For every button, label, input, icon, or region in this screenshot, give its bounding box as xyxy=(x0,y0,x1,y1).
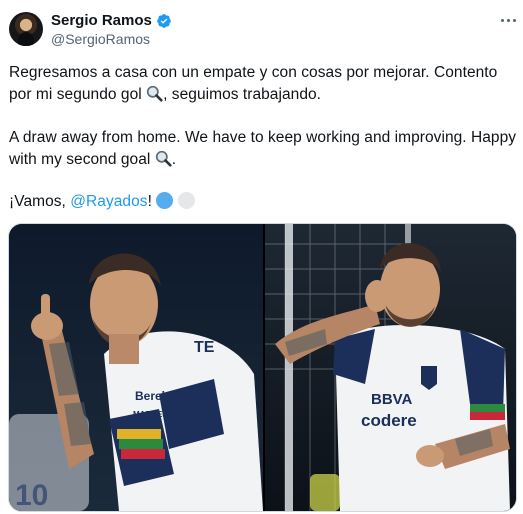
tweet-line: A draw away from home. We have to keep w… xyxy=(9,129,517,146)
tweet-text: with my second goal xyxy=(9,151,151,168)
ramos-pointing-photo[interactable]: 10 Berel MARKEST TE xyxy=(9,224,263,511)
tweet-text: ¡Vamos, xyxy=(9,193,71,210)
ramos-ear-celebration-photo[interactable]: BBVA codere xyxy=(265,224,516,511)
tweet-text: . xyxy=(171,151,177,168)
tweet-paragraph-spanish: Regresamos a casa con un empate y con co… xyxy=(9,62,514,106)
rayados-mention-link[interactable]: @Rayados xyxy=(70,193,147,210)
tweet-paragraph-english: A draw away from home. We have to keep w… xyxy=(9,127,517,171)
more-options-button[interactable] xyxy=(496,10,520,30)
tweet-text: , seguimos trabajando. xyxy=(163,86,322,103)
more-dot-icon xyxy=(500,18,504,22)
jersey-sponsor-text: codere xyxy=(361,411,417,430)
tweet-paragraph-closing: ¡Vamos, @Rayados! xyxy=(9,191,514,213)
tweet-line: with my second goal . xyxy=(9,149,514,171)
tweet-media-grid: 10 Berel MARKEST TE BBVA codere xyxy=(8,223,517,512)
author-handle[interactable]: @SergioRamos xyxy=(51,31,150,47)
more-dot-icon xyxy=(506,18,510,22)
jersey-sponsor-text: MARKEST xyxy=(133,410,173,419)
author-name-row: Sergio Ramos xyxy=(51,12,172,29)
white-circle-emoji-icon xyxy=(177,192,195,209)
jersey-name-text: TE xyxy=(194,339,215,356)
jersey-sponsor-text: BBVA xyxy=(371,391,413,408)
magnifying-glass-emoji-icon xyxy=(155,150,172,167)
verified-badge-icon xyxy=(157,13,171,28)
tweet-line: Regresamos a casa con un empate y con co… xyxy=(9,64,498,81)
more-dot-icon xyxy=(512,18,516,22)
author-avatar[interactable] xyxy=(9,12,43,46)
background-jersey-number: 10 xyxy=(15,479,48,511)
tweet-text: ! xyxy=(147,193,152,210)
tweet-line: por mi segundo gol , seguimos trabajando… xyxy=(9,84,514,106)
tweet-text: por mi segundo gol xyxy=(9,86,142,103)
author-name[interactable]: Sergio Ramos xyxy=(51,12,152,29)
tweet-line: ¡Vamos, @Rayados! xyxy=(9,191,514,213)
magnifying-glass-emoji-icon xyxy=(146,85,163,102)
blue-circle-emoji-icon xyxy=(156,192,174,209)
jersey-sponsor-text: Berel xyxy=(135,389,165,403)
